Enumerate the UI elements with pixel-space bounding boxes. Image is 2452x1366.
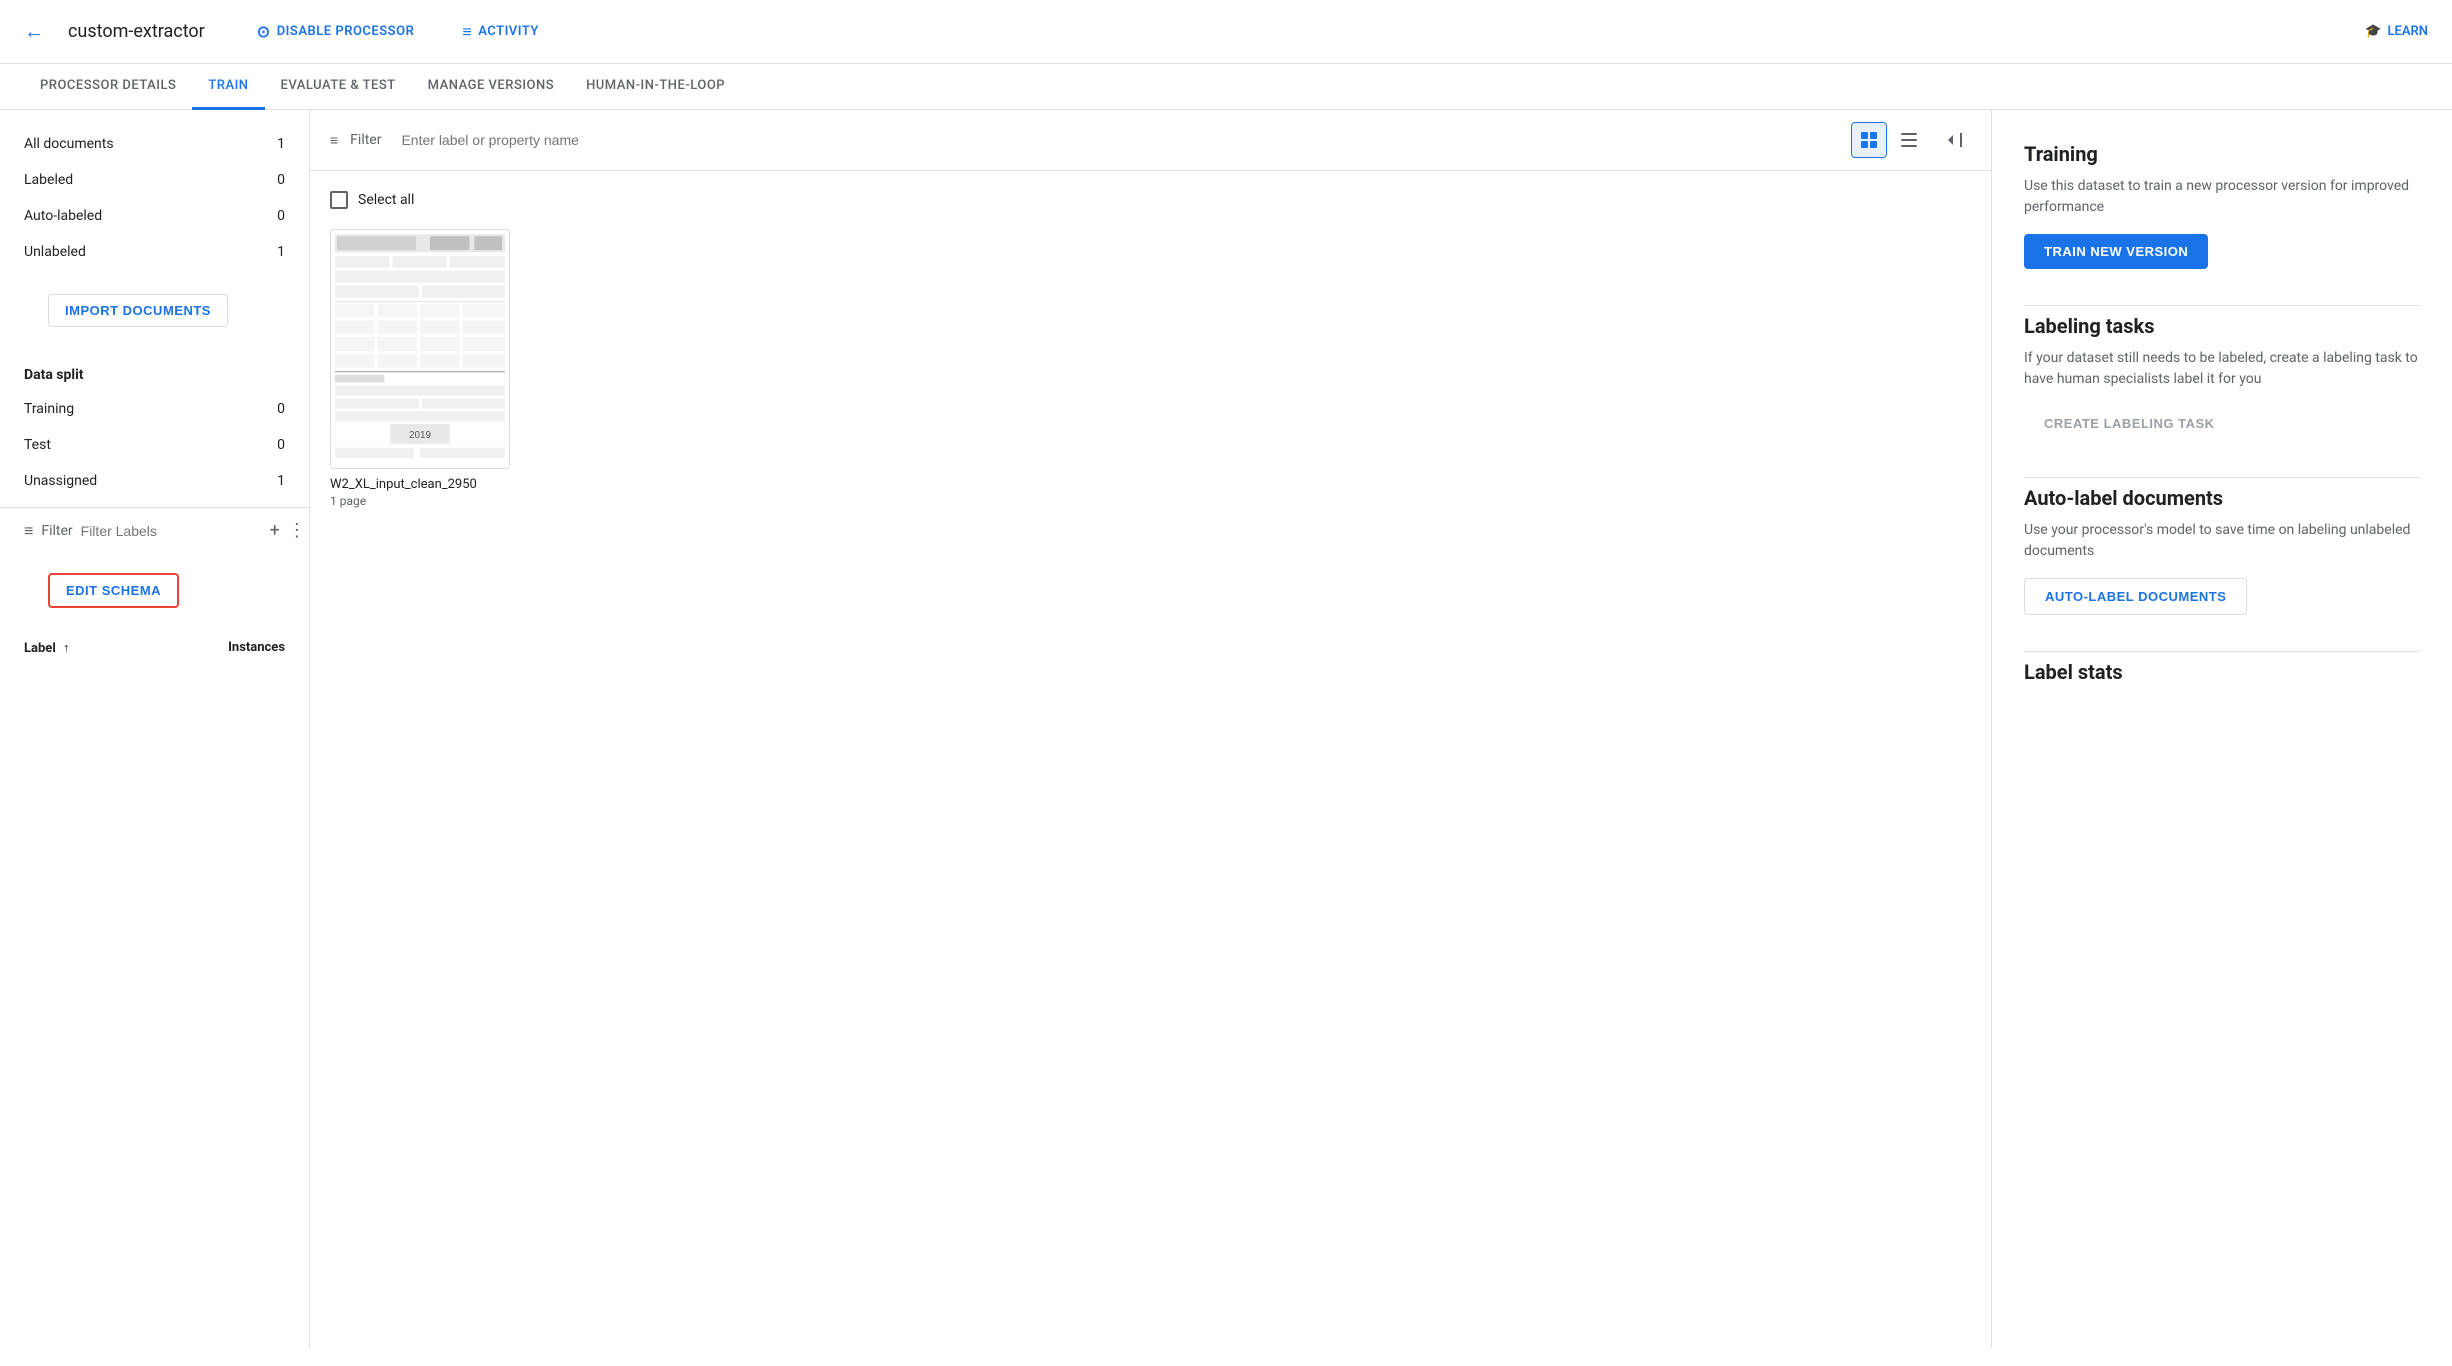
sidebar-item-unlabeled[interactable]: Unlabeled 1 [0, 234, 309, 270]
auto-label-title: Auto-label documents [2024, 486, 2420, 510]
label-stats-title: Label stats [2024, 660, 2420, 684]
content-body: Select all [310, 171, 1991, 1348]
right-panel: Training Use this dataset to train a new… [1992, 110, 2452, 1348]
filter-search-input[interactable] [401, 132, 1839, 148]
sidebar-item-test[interactable]: Test 0 [0, 427, 309, 463]
schema-instances-col: Instances [228, 640, 285, 656]
import-documents-button[interactable]: IMPORT DOCUMENTS [48, 294, 228, 327]
auto-label-desc: Use your processor's model to save time … [2024, 520, 2420, 562]
sidebar-item-training[interactable]: Training 0 [0, 391, 309, 427]
divider-1 [2024, 305, 2420, 306]
documents-grid: 2019 W2_XL_input_clean_2950 1 page [330, 229, 1971, 508]
sidebar: All documents 1 Labeled 0 Auto-labeled 0… [0, 110, 310, 1348]
svg-text:2019: 2019 [409, 430, 431, 441]
auto-label-section: Auto-label documents Use your processor'… [2024, 486, 2420, 615]
divider-2 [2024, 477, 2420, 478]
activity-icon: ≡ [462, 22, 472, 42]
schema-header: Label ↑ Instances [0, 628, 309, 660]
tab-manage-versions[interactable]: MANAGE VERSIONS [412, 64, 570, 110]
label-stats-section: Label stats [2024, 660, 2420, 684]
data-split-section: Data split [0, 351, 309, 391]
back-button[interactable]: ← [24, 19, 44, 44]
view-toggle [1851, 122, 1927, 158]
document-pages: 1 page [330, 494, 510, 508]
training-title: Training [2024, 142, 2420, 166]
filter-icon: ≡ [24, 521, 33, 541]
labeling-tasks-title: Labeling tasks [2024, 314, 2420, 338]
training-desc: Use this dataset to train a new processo… [2024, 176, 2420, 218]
sidebar-item-all-documents[interactable]: All documents 1 [0, 126, 309, 162]
collapse-panel-button[interactable] [1939, 124, 1971, 156]
schema-label-col: Label ↑ [24, 640, 70, 656]
learn-button[interactable]: 🎓 LEARN [2365, 24, 2428, 39]
labeling-tasks-section: Labeling tasks If your dataset still nee… [2024, 314, 2420, 441]
document-thumbnail: 2019 [330, 229, 510, 469]
more-filter-options-button[interactable]: ⋮ [288, 520, 306, 541]
sidebar-item-auto-labeled[interactable]: Auto-labeled 0 [0, 198, 309, 234]
content-area: ≡ Filter [310, 110, 1992, 1348]
grid-view-button[interactable] [1851, 122, 1887, 158]
disable-processor-button[interactable]: ⊙ DISABLE PROCESSOR [245, 16, 427, 47]
tab-train[interactable]: TRAIN [192, 64, 264, 110]
train-new-version-button[interactable]: TRAIN NEW VERSION [2024, 234, 2208, 269]
filter-labels-input[interactable] [81, 523, 262, 539]
sidebar-item-labeled[interactable]: Labeled 0 [0, 162, 309, 198]
filter-row: ≡ Filter + ⋮ [0, 507, 309, 553]
main-layout: All documents 1 Labeled 0 Auto-labeled 0… [0, 110, 2452, 1348]
filter-toolbar-icon: ≡ [330, 132, 338, 149]
activity-button[interactable]: ≡ ACTIVITY [450, 16, 551, 48]
divider-3 [2024, 651, 2420, 652]
filter-toolbar-text: Filter [350, 132, 381, 148]
list-view-button[interactable] [1891, 122, 1927, 158]
document-name: W2_XL_input_clean_2950 [330, 477, 510, 492]
select-all-checkbox[interactable] [330, 191, 348, 209]
select-all-row: Select all [330, 191, 1971, 209]
top-nav: ← custom-extractor ⊙ DISABLE PROCESSOR ≡… [0, 0, 2452, 64]
training-section: Training Use this dataset to train a new… [2024, 142, 2420, 269]
tab-bar: PROCESSOR DETAILS TRAIN EVALUATE & TEST … [0, 64, 2452, 110]
document-card[interactable]: 2019 W2_XL_input_clean_2950 1 page [330, 229, 510, 508]
create-labeling-task-button[interactable]: CREATE LABELING TASK [2024, 406, 2235, 441]
content-toolbar: ≡ Filter [310, 110, 1991, 171]
disable-icon: ⊙ [257, 22, 271, 41]
sidebar-item-unassigned[interactable]: Unassigned 1 [0, 463, 309, 499]
filter-label: Filter [41, 523, 72, 539]
select-all-label: Select all [358, 192, 414, 208]
edit-schema-button[interactable]: EDIT SCHEMA [48, 573, 179, 608]
page-title: custom-extractor [68, 21, 205, 42]
tab-evaluate-test[interactable]: EVALUATE & TEST [265, 64, 412, 110]
labeling-tasks-desc: If your dataset still needs to be labele… [2024, 348, 2420, 390]
tab-processor-details[interactable]: PROCESSOR DETAILS [24, 64, 192, 110]
auto-label-documents-button[interactable]: AUTO-LABEL DOCUMENTS [2024, 578, 2247, 615]
learn-icon: 🎓 [2365, 24, 2381, 39]
tab-human-in-the-loop[interactable]: HUMAN-IN-THE-LOOP [570, 64, 741, 110]
add-filter-button[interactable]: + [270, 520, 280, 541]
